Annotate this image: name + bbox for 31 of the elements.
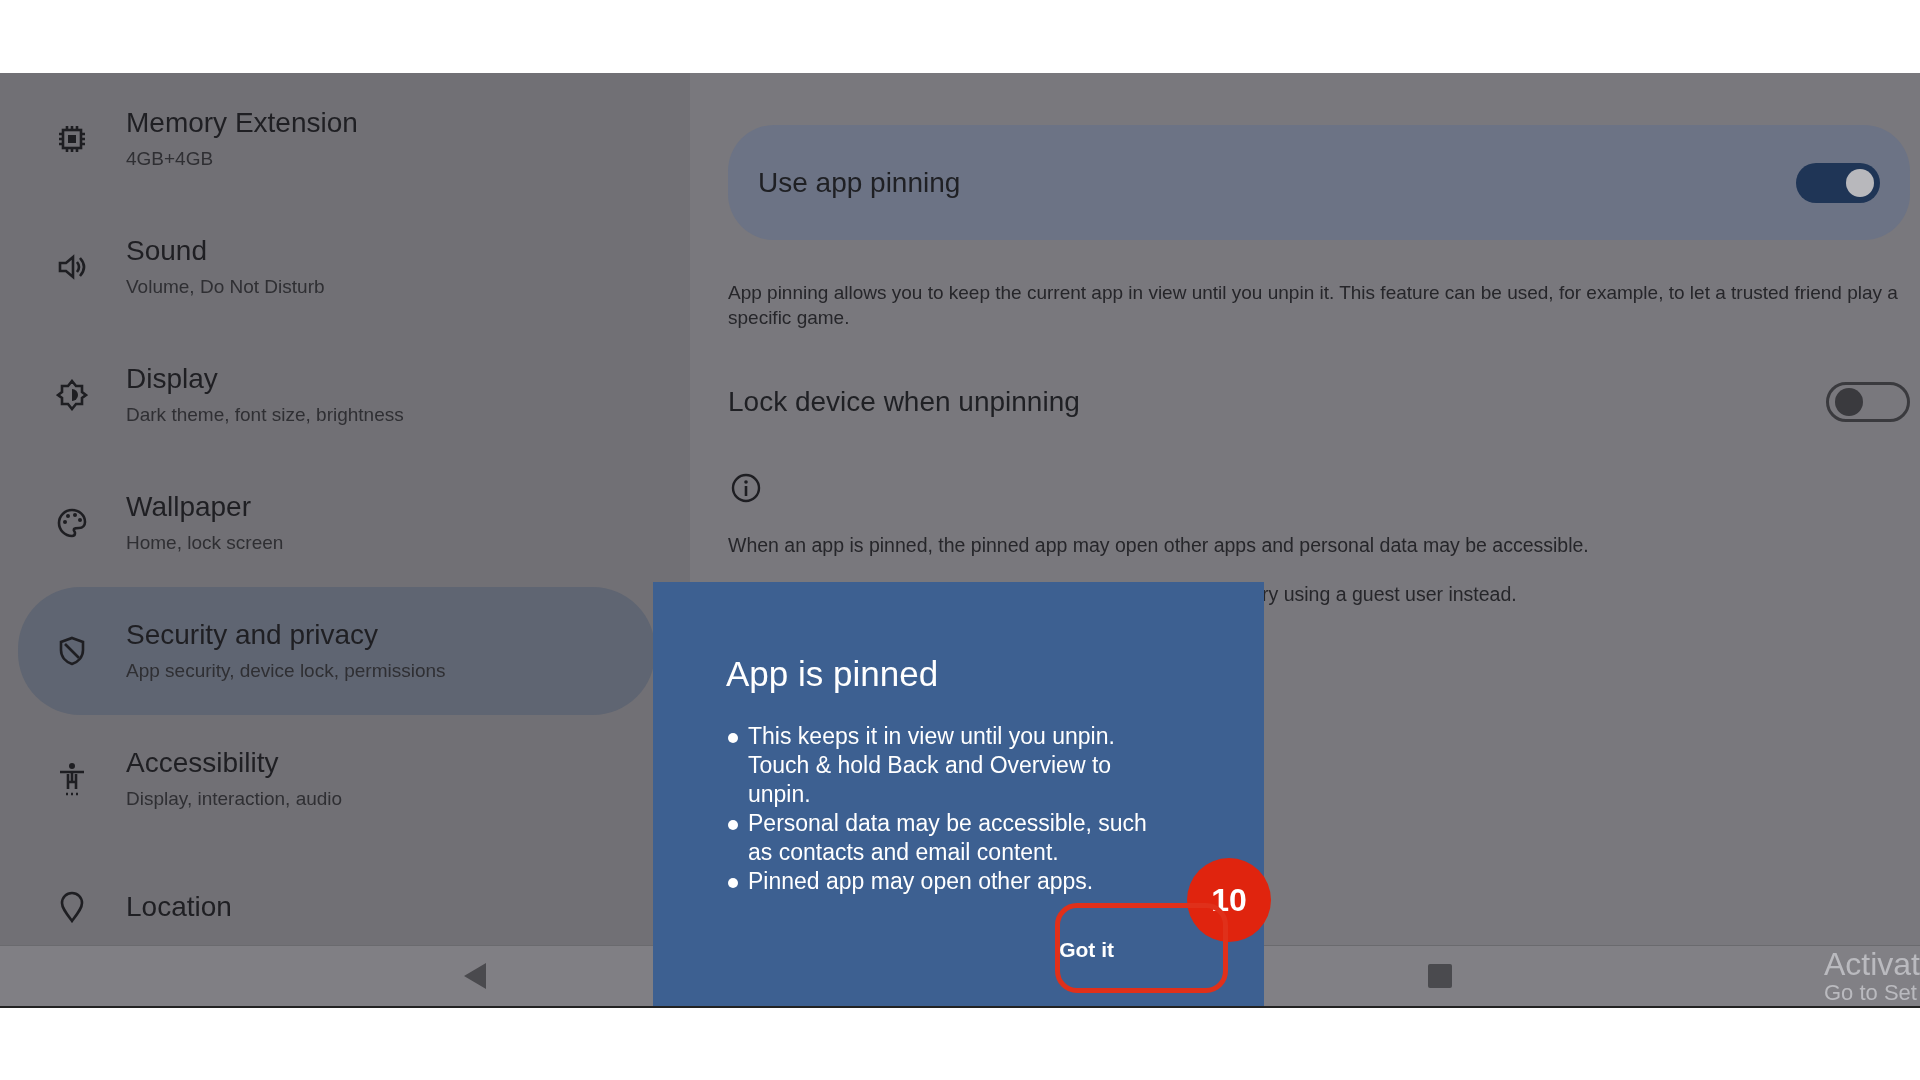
bullet-icon: [728, 820, 738, 830]
bullet-text: This keeps it in view until you unpin. Touch & hold Back and Overview to unpin.: [748, 722, 1116, 809]
shield-icon: [57, 636, 87, 666]
info-icon: [730, 472, 762, 504]
toggle-switch[interactable]: [1826, 382, 1910, 422]
palette-icon: [56, 507, 88, 539]
bullet-icon: [728, 878, 738, 888]
setting-label: Use app pinning: [758, 166, 961, 199]
dialog-title: App is pinned: [726, 654, 940, 694]
settings-category-item[interactable]: Memory Extension 4GB+4GB: [18, 75, 655, 203]
description-text: App pinning allows you to keep the current app in view until you unpin it. This feature can be used, for example, to let a trusted friend play a specific game.: [728, 281, 1899, 330]
location-pin-icon: [58, 891, 86, 923]
activation-notice-text: Go to Set: [1823, 982, 1918, 1004]
activation-notice-text: Activat: [1823, 948, 1920, 980]
accessibility-icon: [57, 762, 87, 796]
bullet-icon: [728, 733, 738, 743]
toggle-switch[interactable]: [1796, 162, 1880, 203]
setting-label: Lock device when unpinning: [728, 386, 1080, 418]
info-text: When an app is pinned, the pinned app may open other apps and personal data may be accessible.: [728, 534, 1590, 557]
settings-category-item[interactable]: Accessibility Display, interaction, audio: [18, 715, 655, 843]
settings-category-item[interactable]: Sound Volume, Do Not Disturb: [18, 203, 655, 331]
got-it-button[interactable]: Got it: [1037, 924, 1136, 976]
back-icon[interactable]: [462, 962, 488, 990]
chip-icon: [57, 124, 87, 154]
settings-category-item[interactable]: Wallpaper Home, lock screen: [18, 459, 655, 587]
settings-category-item[interactable]: Security and privacy App security, device lock, permissions: [18, 587, 655, 715]
speaker-icon: [57, 252, 87, 282]
settings-category-item[interactable]: Display Dark theme, font size, brightness: [18, 331, 655, 459]
brightness-icon: [56, 379, 88, 411]
bullet-text: Personal data may be accessible, such as contacts and email content.: [748, 809, 1148, 867]
bullet-text: Pinned app may open other apps.: [748, 867, 1095, 896]
